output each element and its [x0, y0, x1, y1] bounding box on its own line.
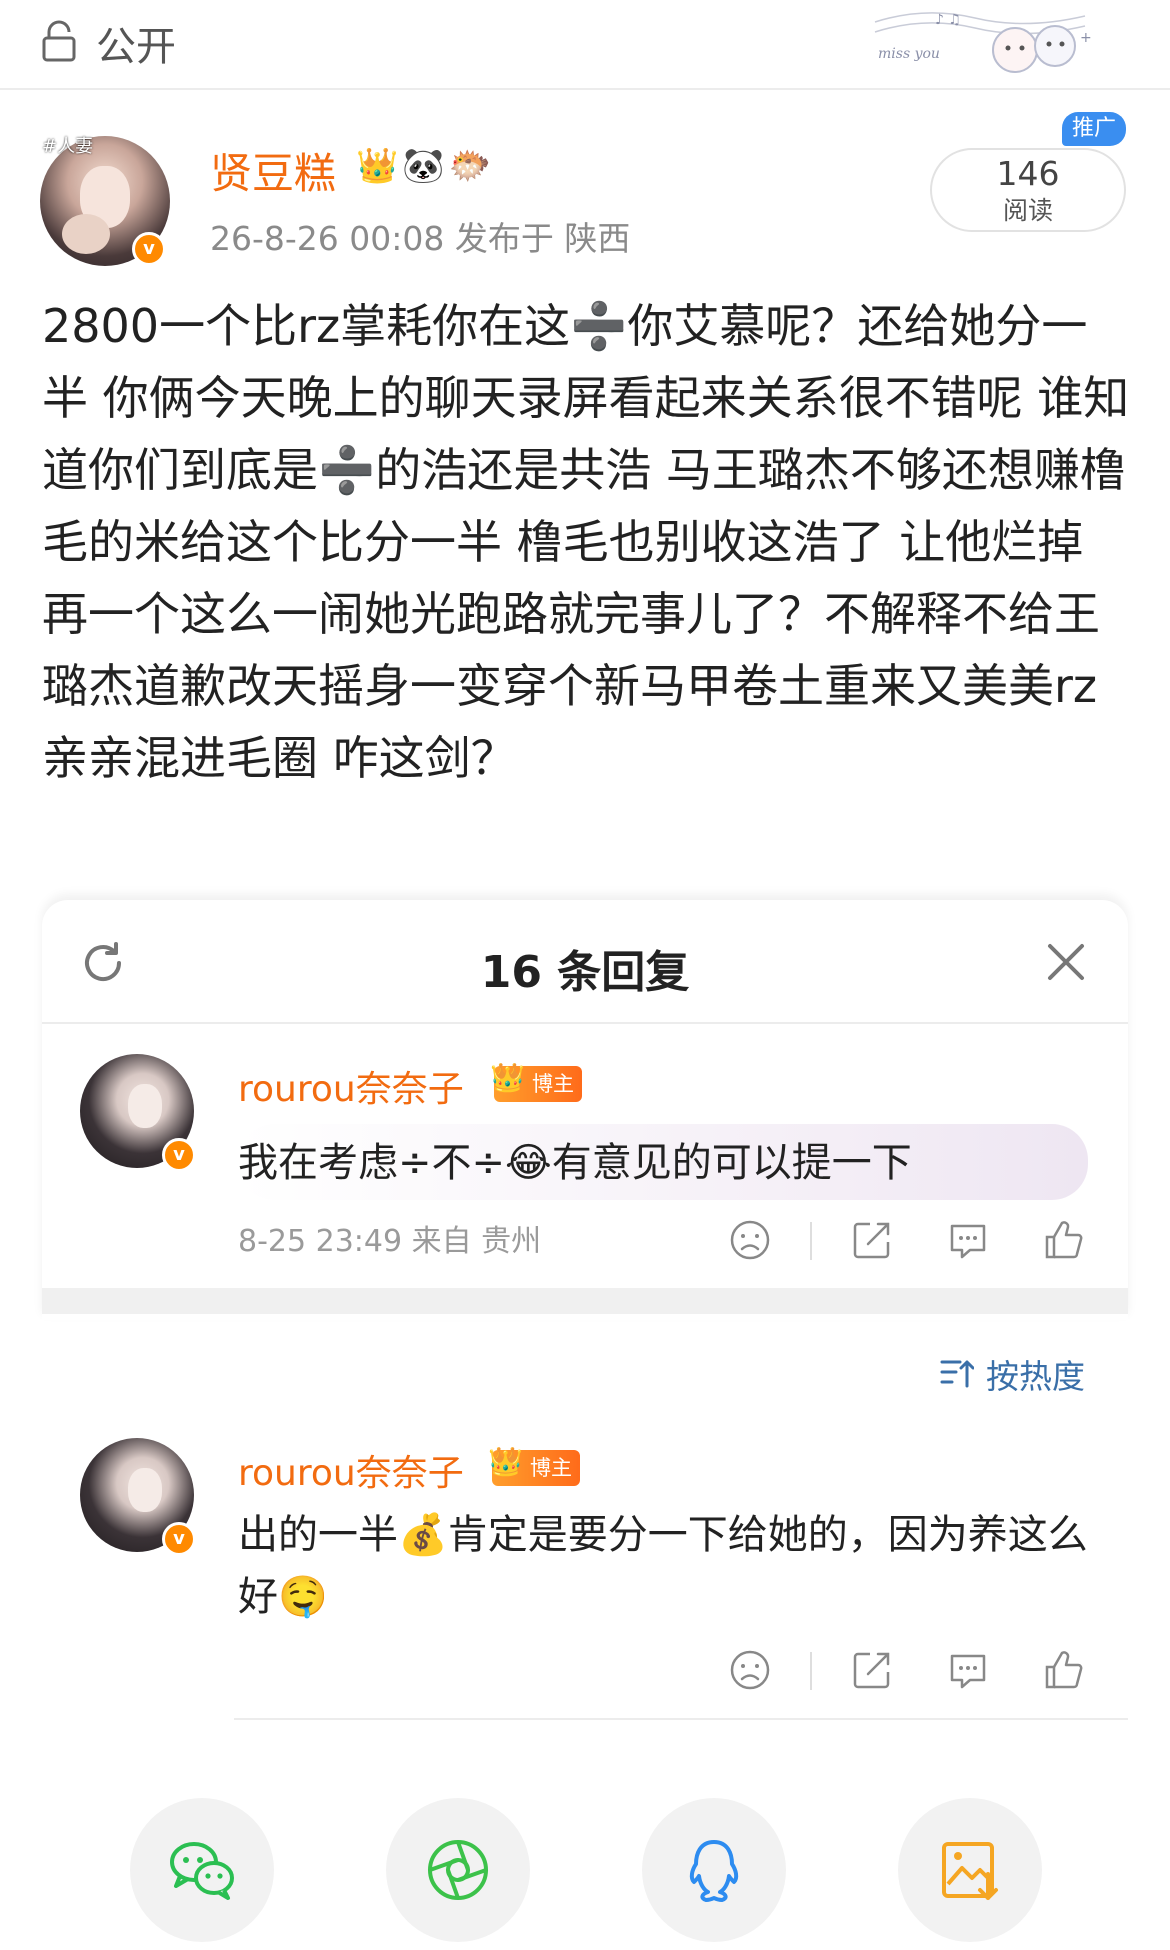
read-label: 阅读 [1002, 196, 1053, 225]
share-qq-button[interactable] [642, 1798, 786, 1942]
author-name[interactable]: 贤豆糕 [210, 140, 336, 201]
share-icon[interactable] [850, 1218, 894, 1262]
reply-author-name[interactable]: rourou奈奈子 [238, 1444, 464, 1496]
read-count: 146 [996, 154, 1060, 193]
section-separator [42, 1288, 1128, 1314]
verified-badge-icon: v [162, 1522, 196, 1556]
svg-text:♪ ♫: ♪ ♫ [935, 12, 961, 28]
svg-text:+: + [1080, 30, 1092, 46]
reply-text: 我在考虑÷不÷😂有意见的可以提一下 [238, 1140, 912, 1186]
blogger-badge-label: 博主 [532, 1072, 574, 1096]
share-icon[interactable] [850, 1648, 894, 1692]
avatar-bear [62, 214, 110, 254]
sort-icon [940, 1360, 974, 1388]
save-image-button[interactable] [898, 1798, 1042, 1942]
verified-badge-icon: v [132, 232, 166, 266]
visibility-label[interactable]: 公开 [96, 14, 176, 72]
like-icon[interactable] [1042, 1218, 1086, 1262]
action-divider [810, 1222, 812, 1260]
moments-icon [428, 1840, 488, 1900]
blogger-badge: 👑 博主 [488, 1445, 580, 1486]
crown-icon: 👑 [490, 1061, 525, 1094]
reply-text: 出的一半💰肯定是要分一下给她的，因为养这么好🤤 [238, 1512, 1088, 1620]
close-icon[interactable] [1044, 940, 1088, 984]
verified-badge-icon: v [162, 1138, 196, 1172]
replies-panel-header: 16 条回复 [42, 900, 1128, 1024]
qq-icon [689, 1840, 739, 1902]
save-image-icon [942, 1842, 998, 1900]
blogger-badge: 👑 博主 [490, 1061, 582, 1102]
blogger-badge-label: 博主 [530, 1456, 572, 1480]
dislike-icon[interactable] [728, 1218, 772, 1262]
top-bar: 公开 ♪ ♫ + miss you [0, 0, 1170, 90]
dislike-icon[interactable] [728, 1648, 772, 1692]
reply-meta: 8-25 23:49 来自 贵州 [238, 1224, 542, 1259]
promo-tag[interactable]: 推广 [1062, 112, 1126, 146]
action-divider [810, 1652, 812, 1690]
wechat-icon [170, 1842, 234, 1900]
comment-icon[interactable] [946, 1648, 990, 1692]
post-body: 2800一个比rz掌耗你在这➗你艾慕呢？还给她分一半 你俩今天晚上的聊天录屏看起… [42, 299, 1130, 785]
crown-icon: 👑 [488, 1445, 523, 1478]
like-icon[interactable] [1042, 1648, 1086, 1692]
lock-icon [42, 20, 76, 62]
decoration-sticker: ♪ ♫ + [874, 12, 1092, 73]
avatar-face [128, 1468, 162, 1512]
avatar-tag: #人妻 [42, 136, 94, 157]
share-moments-button[interactable] [386, 1798, 530, 1942]
comment-icon[interactable] [946, 1218, 990, 1262]
post-header: #人妻 v 贤豆糕 👑🐼🐡 26-8-26 00:08 发布于 陕西 146 阅… [0, 120, 1170, 270]
reply-author-name[interactable]: rourou奈奈子 [238, 1060, 464, 1112]
avatar-face [128, 1084, 162, 1128]
read-count-box: 146 阅读 [930, 148, 1126, 232]
author-badges: 👑🐼🐡 [356, 146, 496, 186]
post-meta: 26-8-26 00:08 发布于 陕西 [210, 219, 631, 258]
share-wechat-button[interactable] [130, 1798, 274, 1942]
replies-panel-title: 16 条回复 [480, 947, 690, 998]
reply-item: v rourou奈奈子 👑 博主 出的一半💰肯定是要分一下给她的，因为养这么好🤤 [42, 1438, 1128, 1708]
sort-label[interactable]: 按热度 [986, 1350, 1085, 1398]
reply-item: v rourou奈奈子 👑 博主 我在考虑÷不÷😂有意见的可以提一下 8-25 2… [42, 1054, 1128, 1284]
decoration-text: miss you [878, 46, 940, 62]
reply-divider [234, 1718, 1128, 1720]
